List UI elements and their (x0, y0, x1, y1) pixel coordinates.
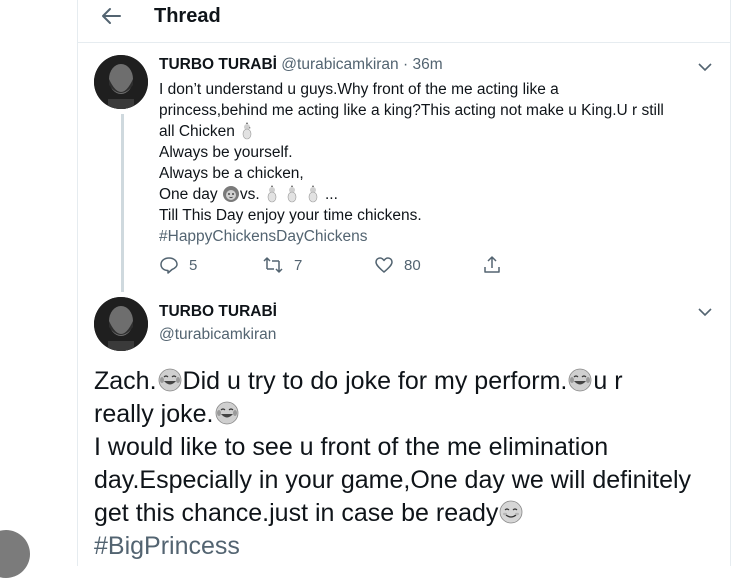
lion-emoji-icon (222, 186, 239, 202)
tweet-line: all Chicken (159, 121, 719, 142)
user-handle[interactable]: @turabicamkiran (281, 56, 398, 73)
tweet-line-text: Did u try to do joke for my perform. (182, 367, 568, 395)
page-title: Thread (154, 5, 221, 27)
chicken-emoji-icon (308, 185, 317, 203)
arrow-left-icon (102, 8, 121, 24)
avatar[interactable] (94, 55, 148, 109)
column-border-left (77, 0, 78, 566)
like-count: 80 (404, 256, 421, 274)
like-button[interactable]: 80 (374, 255, 421, 275)
tears-of-joy-emoji-icon (158, 368, 181, 392)
avatar[interactable] (94, 297, 148, 351)
smiling-face-emoji-icon (500, 500, 523, 524)
tweet-text: Zach. Did u try to do joke for my perform… (94, 365, 724, 563)
tweet-line: Zach. Did u try to do joke for my perform… (94, 365, 724, 398)
tweet-line: princess,behind me acting like a king?Th… (159, 102, 664, 119)
reply-button[interactable]: 5 (159, 255, 197, 275)
tweet-line: Till This Day enjoy your time chickens. (159, 207, 422, 224)
retweet-count: 7 (294, 256, 303, 274)
tweet-line: I don’t understand u guys.Why front of t… (159, 81, 559, 98)
chevron-down-icon (698, 307, 712, 316)
tweet-line-text: Zach. (94, 367, 157, 395)
chicken-emoji-icon (288, 185, 297, 203)
tweet-text: I don’t understand u guys.Why front of t… (159, 79, 719, 247)
tears-of-joy-emoji-icon (215, 401, 238, 425)
back-button[interactable] (94, 0, 128, 32)
reply-icon (160, 257, 178, 274)
display-name[interactable]: TURBO TURABİ (159, 303, 277, 321)
chicken-emoji-icon (242, 122, 252, 140)
more-options-button[interactable] (695, 302, 715, 322)
tweet-line-text: One day (159, 186, 218, 203)
tweet-header: TURBO TURABİ @turabicamkiran · 36m (159, 56, 443, 74)
timestamp[interactable]: 36m (412, 56, 442, 73)
reply-count: 5 (189, 256, 198, 274)
column-border-right (730, 0, 731, 566)
chicken-emoji-icon (267, 185, 277, 203)
heart-icon (375, 257, 393, 273)
floating-action-button[interactable] (0, 530, 30, 578)
chevron-down-icon (698, 62, 712, 71)
tweet-actions: 5 7 80 (159, 255, 519, 277)
hashtag-link[interactable]: #HappyChickensDayChickens (159, 226, 719, 247)
user-handle[interactable]: @turabicamkiran (159, 326, 276, 344)
more-options-button[interactable] (695, 57, 715, 77)
separator-dot: · (402, 56, 409, 73)
versus-text: vs. (239, 186, 260, 203)
tweet-line: day.Especially in your game,One day we w… (94, 466, 692, 494)
retweet-icon (263, 257, 283, 273)
thread-connector-line (121, 114, 124, 292)
tweet-line: Always be yourself. (159, 144, 293, 161)
share-icon (484, 256, 500, 273)
tweet-line: One day vs. ... (159, 184, 719, 205)
retweet-button[interactable]: 7 (262, 255, 302, 275)
tears-of-joy-emoji-icon (568, 368, 592, 392)
tweet-line-text: all Chicken (159, 123, 235, 140)
tweet-line-text: get this chance.just in case be ready (94, 499, 499, 527)
tweet-line: really joke. (94, 398, 724, 431)
tweet-line: get this chance.just in case be ready (94, 497, 724, 530)
ellipsis-text: ... (324, 186, 338, 203)
tweet-line: I would like to see u front of the me el… (94, 433, 609, 461)
tweet-line: Always be a chicken, (159, 165, 304, 182)
display-name[interactable]: TURBO TURABİ (159, 56, 277, 73)
tweet-line-text: really joke. (94, 400, 214, 428)
share-button[interactable] (482, 255, 502, 275)
hashtag-link[interactable]: #BigPrincess (94, 530, 724, 563)
tweet-line-text: u r (593, 367, 623, 395)
